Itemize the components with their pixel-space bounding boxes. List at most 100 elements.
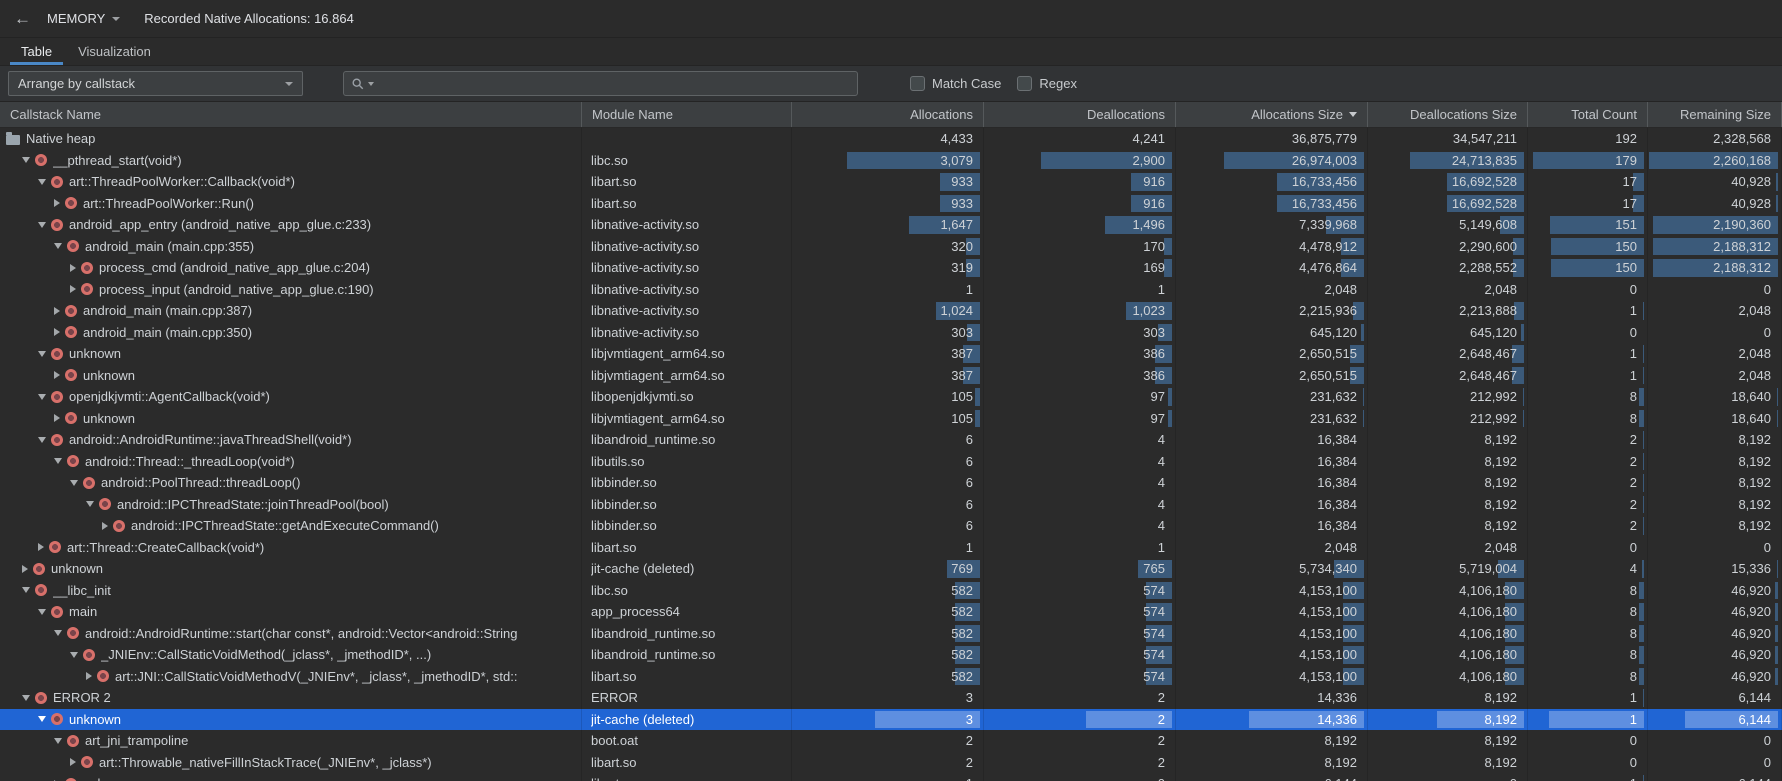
tree-toggle[interactable] — [70, 652, 78, 658]
column-header-allocations[interactable]: Allocations — [792, 102, 984, 127]
tree-toggle[interactable] — [54, 458, 62, 464]
table-row[interactable]: __libc_init libc.so 582 574 4,153,100 4,… — [0, 580, 1782, 602]
allocations-cell: 320 — [792, 236, 984, 258]
callstack-cell: unknown — [0, 343, 582, 365]
table-row[interactable]: main app_process64 582 574 4,153,100 4,1… — [0, 601, 1782, 623]
regex-checkbox[interactable] — [1017, 76, 1032, 91]
allocations-size-cell: 16,384 — [1176, 451, 1368, 473]
tab-table[interactable]: Table — [8, 38, 65, 65]
table-row[interactable]: android::AndroidRuntime::javaThreadShell… — [0, 429, 1782, 451]
tree-toggle[interactable] — [70, 285, 76, 293]
column-header-callstack-name[interactable]: Callstack Name — [0, 102, 582, 127]
search-box[interactable] — [343, 71, 858, 96]
value-bar — [1639, 603, 1644, 621]
table-row[interactable]: art::ThreadPoolWorker::Run() libart.so 9… — [0, 193, 1782, 215]
column-header-module-name[interactable]: Module Name — [582, 102, 792, 127]
table-row[interactable]: _JNIEnv::CallStaticVoidMethod(_jclass*, … — [0, 644, 1782, 666]
arrange-by-dropdown[interactable]: Arrange by callstack — [8, 71, 303, 96]
tree-toggle[interactable] — [54, 630, 62, 636]
tree-toggle[interactable] — [54, 328, 60, 336]
allocations-size-value: 16,384 — [1317, 497, 1357, 512]
table-row[interactable]: art_jni_trampoline boot.oat 2 2 8,192 8,… — [0, 730, 1782, 752]
table-row[interactable]: unknown libjvmtiagent_arm64.so 387 386 2… — [0, 343, 1782, 365]
tree-toggle[interactable] — [38, 437, 46, 443]
allocations-size-cell: 16,733,456 — [1176, 193, 1368, 215]
remaining-size-cell: 18,640 — [1648, 408, 1782, 430]
column-header-allocations-size[interactable]: Allocations Size — [1176, 102, 1368, 127]
column-header-deallocations-size[interactable]: Deallocations Size — [1368, 102, 1528, 127]
method-icon — [83, 649, 95, 661]
tree-toggle[interactable] — [38, 351, 46, 357]
back-button[interactable]: ← — [14, 9, 31, 29]
module-name: libbinder.so — [591, 475, 657, 490]
tree-toggle[interactable] — [70, 758, 76, 766]
column-header-total-count[interactable]: Total Count — [1528, 102, 1648, 127]
tree-toggle[interactable] — [70, 480, 78, 486]
tree-toggle[interactable] — [54, 243, 62, 249]
table-row[interactable]: android_main (main.cpp:355) libnative-ac… — [0, 236, 1782, 258]
tree-toggle[interactable] — [38, 716, 46, 722]
table-row[interactable]: art::Thread::CreateCallback(void*) libar… — [0, 537, 1782, 559]
tree-toggle[interactable] — [38, 222, 46, 228]
table-row[interactable]: __pthread_start(void*) libc.so 3,079 2,9… — [0, 150, 1782, 172]
column-header-remaining-size[interactable]: Remaining Size — [1648, 102, 1782, 127]
tree-toggle[interactable] — [54, 371, 60, 379]
table-row[interactable]: android::AndroidRuntime::start(char cons… — [0, 623, 1782, 645]
table-row[interactable]: ERROR 2 ERROR 3 2 14,336 8,192 1 6,144 — [0, 687, 1782, 709]
tree-toggle[interactable] — [70, 264, 76, 272]
table-row[interactable]: android::Thread::_threadLoop(void*) libu… — [0, 451, 1782, 473]
table-row[interactable]: art::Throwable_nativeFillInStackTrace(_J… — [0, 752, 1782, 774]
tree-toggle[interactable] — [54, 414, 60, 422]
table-row[interactable]: Native heap 4,433 4,241 36,875,779 34,54… — [0, 128, 1782, 150]
table-row[interactable]: unknown jit-cache (deleted) 3 2 14,336 8… — [0, 709, 1782, 731]
match-case-checkbox[interactable] — [910, 76, 925, 91]
table-row[interactable]: unknown libart.so 1 0 6,144 0 1 6,144 — [0, 773, 1782, 781]
value-bar — [1639, 410, 1644, 428]
tree-toggle[interactable] — [38, 179, 46, 185]
table-row[interactable]: unknown libjvmtiagent_arm64.so 387 386 2… — [0, 365, 1782, 387]
tree-toggle[interactable] — [22, 587, 30, 593]
module-name: libandroid_runtime.so — [591, 432, 715, 447]
session-selector[interactable]: MEMORY — [47, 11, 120, 26]
value-bar — [1775, 646, 1778, 664]
deallocations-size-cell: 16,692,528 — [1368, 193, 1528, 215]
search-icon[interactable] — [351, 77, 365, 91]
chevron-down-icon[interactable] — [368, 82, 374, 86]
tree-toggle[interactable] — [86, 672, 92, 680]
tab-visualization[interactable]: Visualization — [65, 38, 164, 65]
deallocations-size-value: 16,692,528 — [1452, 174, 1517, 189]
table-row[interactable]: android::IPCThreadState::getAndExecuteCo… — [0, 515, 1782, 537]
table-row[interactable]: android_app_entry (android_native_app_gl… — [0, 214, 1782, 236]
table-row[interactable]: android_main (main.cpp:387) libnative-ac… — [0, 300, 1782, 322]
tree-toggle[interactable] — [22, 695, 30, 701]
allocations-size-cell: 4,478,912 — [1176, 236, 1368, 258]
value-bar — [1639, 388, 1644, 406]
column-header-deallocations[interactable]: Deallocations — [984, 102, 1176, 127]
total-count-value: 0 — [1630, 733, 1637, 748]
tree-toggle[interactable] — [22, 157, 30, 163]
table-row[interactable]: android_main (main.cpp:350) libnative-ac… — [0, 322, 1782, 344]
remaining-size-cell: 0 — [1648, 537, 1782, 559]
table-row[interactable]: unknown jit-cache (deleted) 769 765 5,73… — [0, 558, 1782, 580]
value-bar — [1164, 238, 1172, 256]
tree-toggle[interactable] — [54, 199, 60, 207]
deallocations-cell: 574 — [984, 666, 1176, 688]
tree-toggle[interactable] — [86, 501, 94, 507]
table-row[interactable]: art::JNI::CallStaticVoidMethodV(_JNIEnv*… — [0, 666, 1782, 688]
module-cell: libart.so — [582, 193, 792, 215]
table-row[interactable]: art::ThreadPoolWorker::Callback(void*) l… — [0, 171, 1782, 193]
table-row[interactable]: process_input (android_native_app_glue.c… — [0, 279, 1782, 301]
tree-toggle[interactable] — [38, 609, 46, 615]
table-row[interactable]: android::PoolThread::threadLoop() libbin… — [0, 472, 1782, 494]
tree-toggle[interactable] — [22, 565, 28, 573]
table-row[interactable]: android::IPCThreadState::joinThreadPool(… — [0, 494, 1782, 516]
table-row[interactable]: unknown libjvmtiagent_arm64.so 105 97 23… — [0, 408, 1782, 430]
tree-toggle[interactable] — [38, 394, 46, 400]
tree-toggle[interactable] — [54, 307, 60, 315]
tree-toggle[interactable] — [54, 738, 62, 744]
table-row[interactable]: openjdkjvmti::AgentCallback(void*) libop… — [0, 386, 1782, 408]
tree-toggle[interactable] — [38, 543, 44, 551]
table-row[interactable]: process_cmd (android_native_app_glue.c:2… — [0, 257, 1782, 279]
tree-toggle[interactable] — [102, 522, 108, 530]
search-input[interactable] — [377, 76, 850, 91]
